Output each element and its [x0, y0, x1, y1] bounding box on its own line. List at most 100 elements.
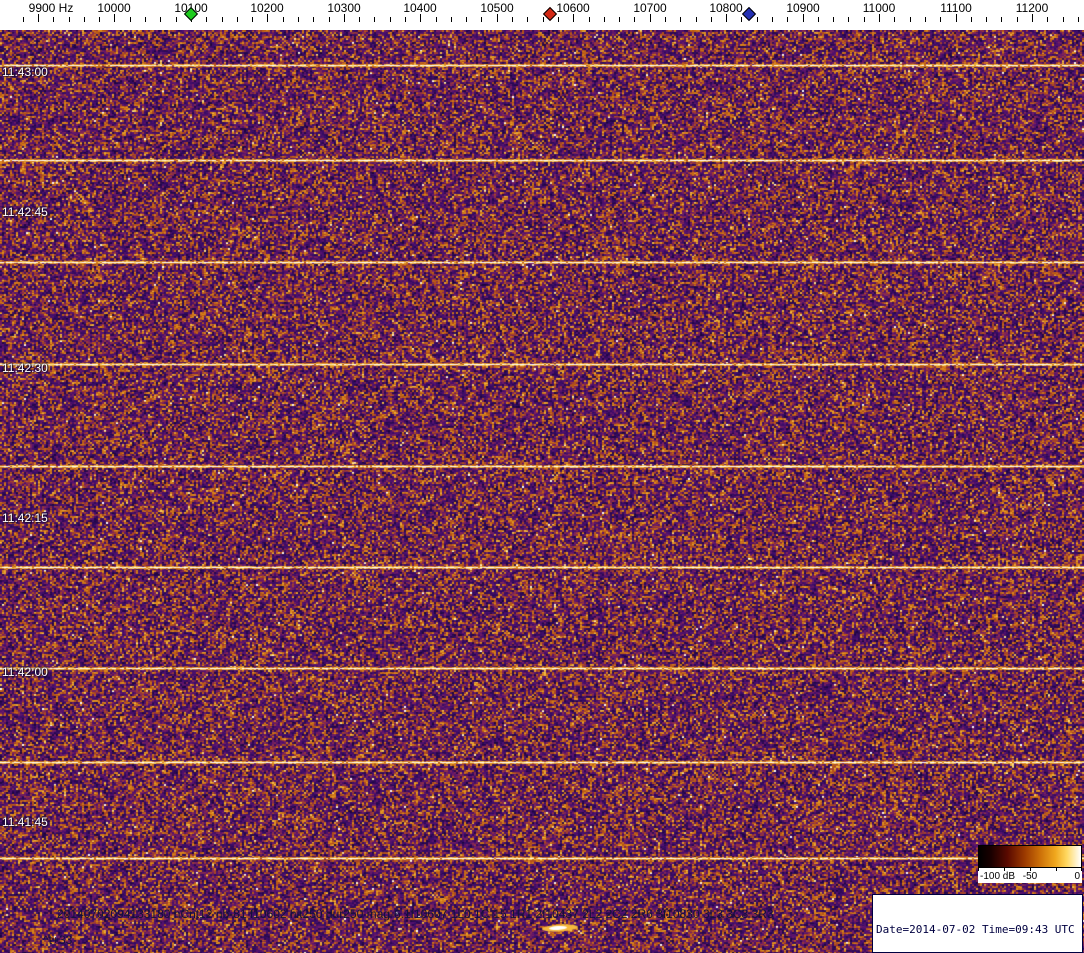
- ruler-tick: [222, 17, 223, 22]
- time-label: 11:42:30: [2, 361, 48, 375]
- ruler-tick: [1032, 14, 1033, 22]
- ruler-tick: [757, 17, 758, 22]
- ruler-tick: [344, 14, 345, 22]
- ruler-tick: [1017, 17, 1018, 22]
- ruler-tick: [787, 17, 788, 22]
- colorbar-max-label: 0: [1074, 871, 1080, 882]
- ruler-tick: [741, 17, 742, 22]
- ruler-tick: [1001, 17, 1002, 22]
- colorbar-tick: [1056, 868, 1057, 871]
- ruler-tick: [558, 17, 559, 22]
- freq-label: 10600: [556, 1, 589, 15]
- ruler-tick: [848, 17, 849, 22]
- ruler-tick: [818, 17, 819, 22]
- ruler-tick: [1047, 17, 1048, 22]
- ruler-tick: [84, 17, 85, 22]
- colorbar-labels: -100 dB -50 0: [978, 868, 1082, 883]
- ruler-tick: [925, 17, 926, 22]
- ruler-tick: [1063, 17, 1064, 22]
- ruler-tick: [374, 17, 375, 22]
- ruler-tick: [940, 17, 941, 22]
- ruler-tick: [267, 14, 268, 22]
- ruler-tick: [573, 14, 574, 22]
- freq-label: 10300: [327, 1, 360, 15]
- ruler-tick: [680, 17, 681, 22]
- freq-marker-red[interactable]: [543, 7, 557, 21]
- time-label: 11:42:00: [2, 665, 48, 679]
- ruler-tick: [986, 17, 987, 22]
- spectrogram-window: 9900 Hz100001010010200103001040010500106…: [0, 0, 1084, 953]
- ruler-tick: [910, 17, 911, 22]
- freq-label: 11000: [863, 1, 895, 15]
- ruler-tick: [298, 17, 299, 22]
- ruler-tick: [971, 17, 972, 22]
- ruler-tick: [38, 14, 39, 22]
- colorbar-tick: [1030, 868, 1031, 871]
- info-date-time: Date=2014-07-02 Time=09:43 UTC: [876, 923, 1079, 936]
- ruler-tick: [604, 17, 605, 22]
- ruler-tick: [53, 17, 54, 22]
- freq-label: 10500: [480, 1, 513, 15]
- ruler-tick: [99, 17, 100, 22]
- ruler-tick: [390, 17, 391, 22]
- ruler-tick: [252, 17, 253, 22]
- freq-label: 10900: [786, 1, 819, 15]
- ruler-tick: [833, 17, 834, 22]
- ruler-tick: [894, 17, 895, 22]
- ruler-tick: [359, 17, 360, 22]
- freq-label: 10400: [403, 1, 436, 15]
- ruler-tick: [589, 17, 590, 22]
- ruler-tick: [803, 14, 804, 22]
- ruler-tick: [160, 17, 161, 22]
- ruler-tick: [237, 17, 238, 22]
- ruler-tick: [726, 14, 727, 22]
- freq-label: 10000: [97, 1, 130, 15]
- detection-annotation: 20140702094133180 hCnt12 nb-81 f10602 hi…: [57, 907, 774, 921]
- ruler-tick: [650, 14, 651, 22]
- colorbar: -100 dB -50 0: [978, 845, 1082, 883]
- ruler-tick: [329, 17, 330, 22]
- ruler-tick: [206, 17, 207, 22]
- colorbar-tick: [1004, 868, 1005, 871]
- ruler-tick: [69, 17, 70, 22]
- freq-label: 10800: [709, 1, 742, 15]
- frequency-ruler: 9900 Hz100001010010200103001040010500106…: [0, 0, 1084, 30]
- time-label: 11:42:15: [2, 511, 48, 525]
- freq-label: 11200: [1016, 1, 1048, 15]
- time-label: 11:43:00: [2, 65, 48, 79]
- ruler-tick: [956, 14, 957, 22]
- time-label: 11:41:45: [2, 815, 48, 829]
- ruler-tick: [481, 17, 482, 22]
- ruler-tick: [665, 17, 666, 22]
- ruler-tick: [114, 14, 115, 22]
- ruler-tick: [864, 17, 865, 22]
- freq-marker-blue[interactable]: [742, 7, 756, 21]
- colorbar-tick: [1081, 868, 1082, 871]
- ruler-tick: [283, 17, 284, 22]
- ruler-tick: [772, 17, 773, 22]
- ruler-tick: [711, 17, 712, 22]
- ruler-tick: [420, 14, 421, 22]
- ruler-tick: [696, 17, 697, 22]
- ruler-tick: [879, 14, 880, 22]
- ruler-tick: [527, 17, 528, 22]
- ruler-tick: [436, 17, 437, 22]
- ruler-tick: [130, 17, 131, 22]
- colorbar-min-label: -100 dB: [980, 871, 1015, 882]
- ruler-tick: [619, 17, 620, 22]
- ruler-tick: [466, 17, 467, 22]
- ruler-tick: [543, 17, 544, 22]
- freq-label: 11100: [940, 1, 972, 15]
- ruler-tick: [497, 14, 498, 22]
- ruler-tick: [451, 17, 452, 22]
- ruler-tick: [313, 17, 314, 22]
- observation-info-box: Date=2014-07-02 Time=09:43 UTC Freq=143 …: [872, 894, 1083, 953]
- ruler-tick: [634, 17, 635, 22]
- freq-label: 9900 Hz: [29, 1, 74, 15]
- freq-label: 10700: [633, 1, 666, 15]
- colorbar-mid-label: -50: [1023, 871, 1037, 882]
- ruler-tick: [405, 17, 406, 22]
- ruler-tick: [1078, 17, 1079, 22]
- ruler-tick: [176, 17, 177, 22]
- colorbar-gradient: [978, 845, 1082, 868]
